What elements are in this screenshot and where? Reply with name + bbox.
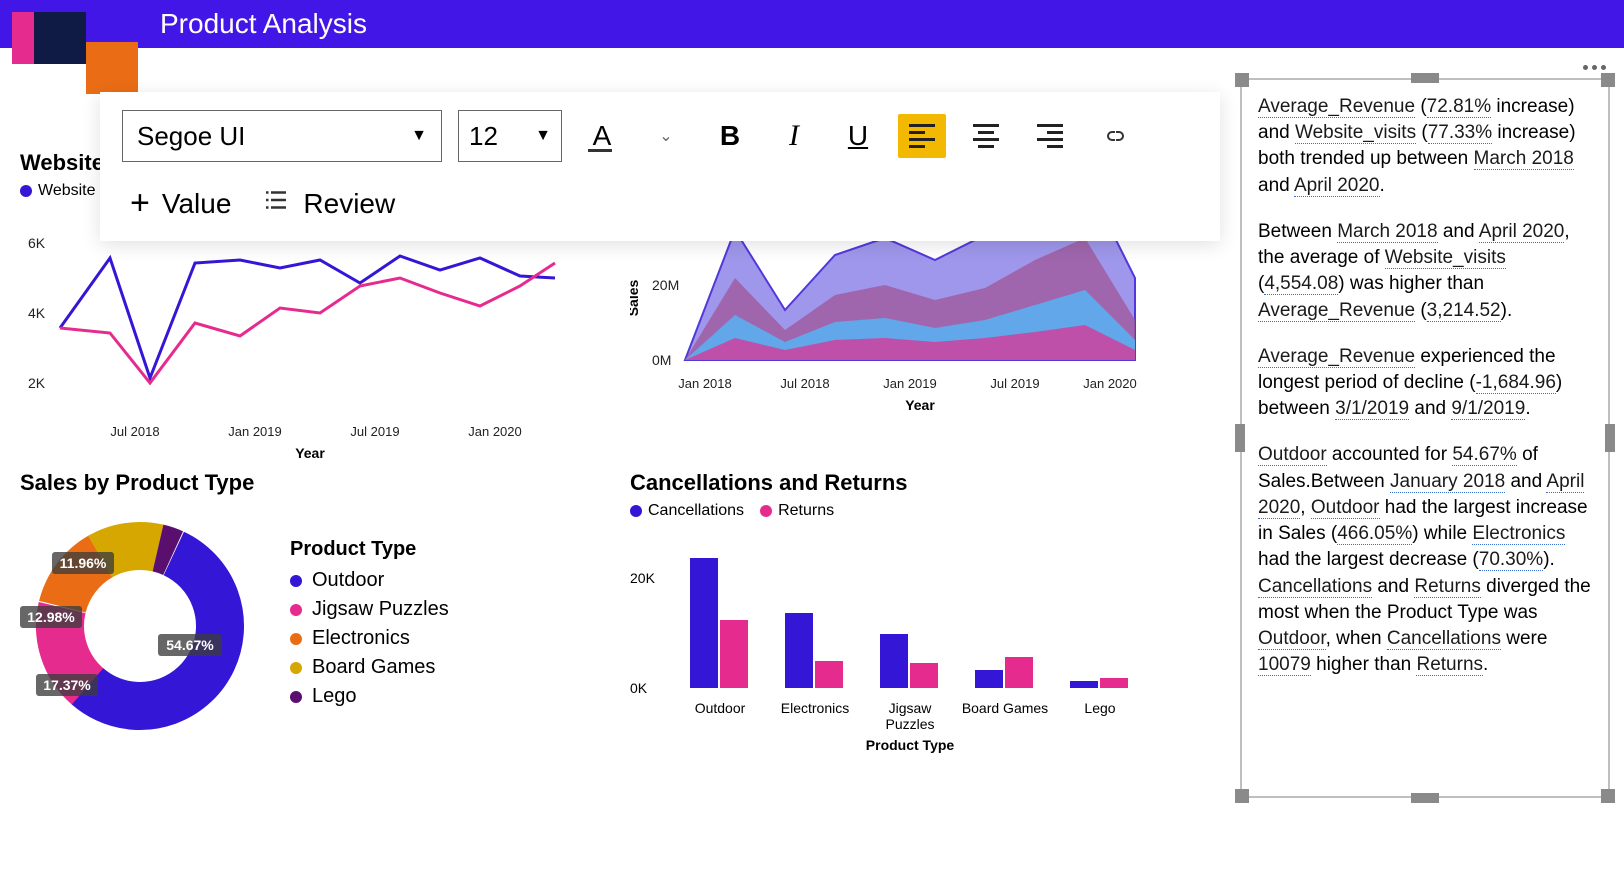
legend-item: Outdoor	[312, 569, 384, 592]
logo	[12, 12, 168, 64]
font-color-chevron[interactable]: ⌄	[642, 114, 690, 158]
x-tick: Board Games	[962, 700, 1048, 716]
chart-title: Cancellations and Returns	[630, 470, 1160, 496]
smart-narrative-visual[interactable]: Average_Revenue (72.81% increase) and We…	[1240, 78, 1610, 798]
legend-label: Website v	[38, 182, 108, 200]
resize-handle[interactable]	[1601, 789, 1615, 803]
y-tick: 0K	[630, 680, 648, 696]
chart-title: Sales by Product Type	[20, 470, 600, 496]
resize-handle[interactable]	[1235, 789, 1249, 803]
review-button[interactable]: Review	[261, 185, 395, 222]
narrative-paragraph: Outdoor accounted for 54.67% of Sales.Be…	[1258, 442, 1592, 678]
x-tick: JigsawPuzzles	[885, 700, 934, 732]
header-bar: Product Analysis	[0, 0, 1624, 48]
y-tick: 4K	[28, 305, 46, 321]
x-tick: Jan 2020	[1083, 376, 1137, 391]
legend-item: Jigsaw Puzzles	[312, 598, 449, 621]
line-series-1	[60, 256, 555, 378]
line-series-2	[60, 263, 555, 383]
x-axis-title: Product Type	[866, 737, 955, 753]
x-tick: Jan 2018	[678, 376, 732, 391]
donut-svg: 54.67% 17.37% 12.98% 11.96%	[20, 506, 260, 746]
align-center-button[interactable]	[962, 114, 1010, 158]
x-tick: Outdoor	[695, 700, 746, 716]
font-family-select[interactable]: Segoe UI▼	[122, 110, 442, 162]
x-tick: Jan 2019	[883, 376, 937, 391]
align-right-button[interactable]	[1026, 114, 1074, 158]
donut-legend: Product Type Outdoor Jigsaw Puzzles Elec…	[290, 538, 449, 714]
x-tick: Electronics	[781, 700, 849, 716]
bold-button[interactable]: B	[706, 114, 754, 158]
font-value: Segoe UI	[137, 121, 245, 152]
resize-handle[interactable]	[1411, 793, 1439, 803]
x-tick: Jul 2019	[350, 424, 399, 439]
text-toolbar: Segoe UI▼ 12▼ A ⌄ B I U + Value Review	[100, 92, 1220, 241]
align-left-button[interactable]	[898, 114, 946, 158]
legend-item: Electronics	[312, 627, 410, 650]
x-tick: Jan 2019	[228, 424, 282, 439]
legend-label: Returns	[778, 502, 834, 520]
size-value: 12	[469, 121, 498, 152]
narrative-paragraph: Average_Revenue experienced the longest …	[1258, 344, 1592, 423]
donut-chart: Sales by Product Type 54.67% 17.37% 12.9…	[20, 470, 600, 746]
underline-button[interactable]: U	[834, 114, 882, 158]
list-icon	[261, 185, 291, 222]
line-chart-svg: 6K 4K 2K Jul 2018 Jan 2019 Jul 2019 Jan …	[20, 208, 580, 468]
italic-button[interactable]: I	[770, 114, 818, 158]
font-size-select[interactable]: 12▼	[458, 110, 562, 162]
resize-handle[interactable]	[1411, 73, 1439, 83]
y-tick: 20M	[652, 277, 679, 293]
legend-label: Cancellations	[648, 502, 744, 520]
y-axis-title: Sales	[630, 279, 641, 316]
bar-chart-svg: 20K 0K Outdoor Electronics JigsawPuzzles…	[630, 528, 1160, 758]
pct-label: 11.96%	[60, 555, 107, 571]
y-tick: 2K	[28, 375, 46, 391]
pct-label: 12.98%	[27, 609, 75, 625]
button-label: Review	[303, 188, 395, 220]
x-tick: Jul 2018	[780, 376, 829, 391]
narrative-paragraph: Average_Revenue (72.81% increase) and We…	[1258, 94, 1592, 199]
y-tick: 20K	[630, 570, 656, 586]
x-axis-title: Year	[905, 397, 935, 413]
x-tick: Jul 2018	[110, 424, 159, 439]
resize-handle[interactable]	[1235, 424, 1245, 452]
resize-handle[interactable]	[1235, 73, 1249, 87]
legend: Cancellations Returns	[630, 502, 1160, 520]
bar-chart: Cancellations and Returns Cancellations …	[630, 470, 1160, 763]
legend-title: Product Type	[290, 538, 449, 561]
font-color-button[interactable]: A	[578, 114, 626, 158]
pct-label: 54.67%	[166, 637, 214, 653]
x-tick: Jan 2020	[468, 424, 522, 439]
narrative-paragraph: Between March 2018 and April 2020, the a…	[1258, 219, 1592, 324]
legend-item: Lego	[312, 685, 357, 708]
page-title: Product Analysis	[160, 8, 367, 40]
resize-handle[interactable]	[1601, 73, 1615, 87]
button-label: Value	[162, 188, 232, 220]
plus-icon: +	[130, 184, 150, 223]
legend-item: Board Games	[312, 656, 435, 679]
add-value-button[interactable]: + Value	[130, 184, 231, 223]
x-axis-title: Year	[295, 445, 325, 461]
resize-handle[interactable]	[1605, 424, 1615, 452]
x-tick: Lego	[1084, 700, 1115, 716]
link-button[interactable]	[1090, 114, 1138, 158]
bars-group	[690, 558, 1128, 688]
x-tick: Jul 2019	[990, 376, 1039, 391]
y-tick: 0M	[652, 352, 671, 368]
y-tick: 6K	[28, 235, 46, 251]
pct-label: 17.37%	[43, 677, 91, 693]
